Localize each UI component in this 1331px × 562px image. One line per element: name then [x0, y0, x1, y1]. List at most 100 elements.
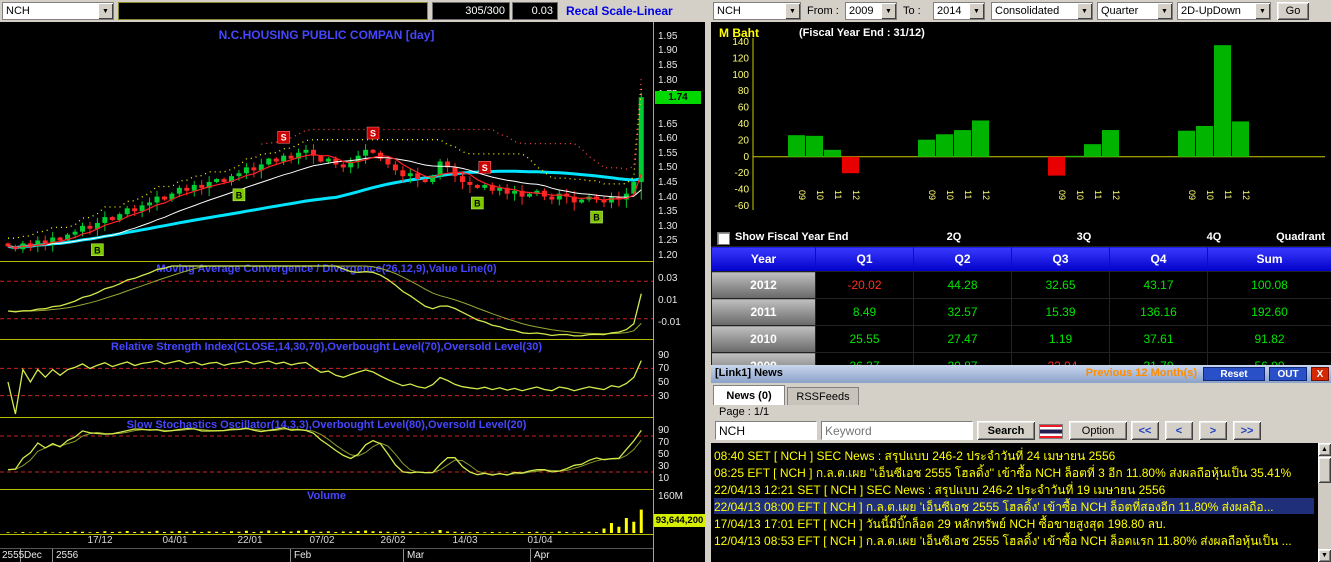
last-volume-tag: 93,644,200: [654, 514, 705, 527]
fin-symbol-combo[interactable]: NCH ▼: [713, 2, 801, 20]
svg-text:12: 12: [981, 190, 991, 200]
timeline[interactable]: 2555 Dec 2556 Feb Mar Apr: [0, 548, 705, 562]
date-tick: 14/03: [452, 535, 478, 546]
timeline-label: Feb: [294, 550, 312, 561]
symbol-combo[interactable]: NCH ▼: [2, 2, 114, 20]
from-year-combo[interactable]: 2009 ▼: [845, 2, 897, 20]
price-axis-label: 1.20: [658, 250, 678, 262]
close-icon[interactable]: X: [1311, 367, 1329, 381]
value-cell: 32.65: [1011, 271, 1110, 299]
quarterly-table: Year Q1 Q2 Q3 Q4 Sum 2012 -20.02 44.28 32.65 43.17…: [711, 246, 1331, 380]
value-cell: 8.49: [815, 298, 914, 326]
svg-text:B: B: [236, 190, 243, 200]
right-toolbar: NCH ▼ From : 2009 ▼ To : 2014 ▼ Consolid…: [711, 0, 1331, 22]
tab-news[interactable]: News (0): [713, 385, 785, 405]
show-fiscal-checkbox[interactable]: [717, 232, 730, 245]
value-cell: 192.60: [1207, 298, 1331, 326]
news-scrollbar[interactable]: ▲ ▼: [1318, 443, 1331, 562]
last-page-button[interactable]: >>: [1233, 421, 1261, 440]
news-item[interactable]: 12/04/13 08:53 EFT [ NCH ] ก.ล.ต.เผย 'เอ…: [714, 532, 1314, 548]
svg-text:09: 09: [927, 190, 937, 200]
chevron-down-icon[interactable]: ▼: [785, 3, 800, 19]
first-page-button[interactable]: <<: [1131, 421, 1159, 440]
value-cell: -20.02: [815, 271, 914, 299]
to-label: To :: [903, 5, 921, 17]
option-button[interactable]: Option: [1069, 421, 1127, 440]
spread-value: 0.03: [512, 2, 558, 20]
svg-text:10: 10: [1075, 190, 1085, 200]
to-year-combo[interactable]: 2014 ▼: [933, 2, 985, 20]
svg-text:S: S: [482, 163, 488, 173]
news-tabs: News (0) RSSFeeds: [711, 383, 1331, 405]
value-cell: 27.47: [913, 325, 1012, 353]
rsi-axis-label: 70: [658, 363, 670, 375]
tab-rssfeeds[interactable]: RSSFeeds: [787, 387, 859, 405]
scroll-up-icon[interactable]: ▲: [1318, 443, 1331, 456]
quadrant-label: Quadrant: [1276, 231, 1325, 243]
news-item[interactable]: 17/04/13 17:01 EFT [ NCH ] วันนี้มีบิ๊กล…: [714, 515, 1314, 531]
svg-text:09: 09: [797, 190, 807, 200]
timeline-divider: [403, 549, 404, 562]
thai-flag-icon[interactable]: [1039, 424, 1063, 439]
to-year-value: 2014: [937, 5, 962, 17]
chevron-down-icon[interactable]: ▼: [1255, 3, 1270, 19]
stoch-axis-label: 50: [658, 449, 670, 460]
out-button[interactable]: OUT: [1269, 367, 1307, 381]
scroll-down-icon[interactable]: ▼: [1318, 549, 1331, 562]
from-year-value: 2009: [849, 5, 874, 17]
news-item[interactable]: 08:40 SET [ NCH ] SEC News : สรุปแบบ 246…: [714, 447, 1314, 463]
table-row[interactable]: 2012 -20.02 44.28 32.65 43.17 100.08: [711, 271, 1331, 299]
date-tick: 22/01: [237, 535, 263, 546]
price-chart[interactable]: S S S B B B B: [0, 22, 653, 262]
rsi-chart[interactable]: [0, 340, 653, 418]
value-cell: 43.17: [1109, 271, 1208, 299]
period-combo[interactable]: Quarter ▼: [1097, 2, 1173, 20]
keyword-input[interactable]: [821, 421, 973, 440]
macd-chart[interactable]: [0, 262, 653, 340]
chevron-down-icon[interactable]: ▼: [881, 3, 896, 19]
recal-scale-button[interactable]: Recal Scale-Linear: [566, 4, 673, 18]
bar-chart-canvas[interactable]: 140120100806040200-20-40-6009 10 11 12 09 10 1…: [711, 22, 1331, 230]
svg-text:40: 40: [738, 119, 750, 130]
svg-text:10: 10: [1205, 190, 1215, 200]
table-row[interactable]: 2011 8.49 32.57 15.39 136.16 192.60: [711, 298, 1331, 326]
year-cell: 2011: [711, 298, 816, 326]
date-tick: 26/02: [380, 535, 406, 546]
svg-text:S: S: [370, 129, 376, 139]
consolidated-combo[interactable]: Consolidated ▼: [991, 2, 1093, 20]
chevron-down-icon[interactable]: ▼: [1157, 3, 1172, 19]
chevron-down-icon[interactable]: ▼: [969, 3, 984, 19]
reset-button[interactable]: Reset: [1203, 367, 1265, 381]
financial-bar-chart[interactable]: 140 120 100 80 60 40 20 0 -20 -40 -60 09 10 11 12 09 10 1…: [711, 22, 1331, 230]
view-mode-combo[interactable]: 2D-UpDown ▼: [1177, 2, 1271, 20]
chevron-down-icon[interactable]: ▼: [98, 3, 113, 19]
search-button[interactable]: Search: [977, 421, 1035, 440]
view-mode-value: 2D-UpDown: [1181, 5, 1241, 17]
svg-text:11: 11: [963, 190, 973, 199]
price-axis-label: 1.95: [658, 30, 678, 42]
symbol-search-input[interactable]: [118, 2, 428, 20]
chevron-down-icon[interactable]: ▼: [1077, 3, 1092, 19]
value-cell: 100.08: [1207, 271, 1331, 299]
news-symbol-input[interactable]: [715, 421, 817, 440]
svg-text:09: 09: [1187, 190, 1197, 200]
scrollbar-thumb[interactable]: [1318, 457, 1331, 483]
table-row[interactable]: 2010 25.55 27.47 1.19 37.61 91.82: [711, 325, 1331, 353]
value-cell: 91.82: [1207, 325, 1331, 353]
table-header: Q2: [913, 246, 1012, 272]
date-tick: 07/02: [309, 535, 335, 546]
fiscal-options-row: Show Fiscal Year End 2Q 3Q 4Q Quadrant: [711, 230, 1331, 246]
price-axis-label: 1.45: [658, 176, 678, 188]
stoch-chart[interactable]: [0, 418, 653, 490]
prev-page-button[interactable]: <: [1165, 421, 1193, 440]
news-item[interactable]: 22/04/13 12:21 SET [ NCH ] SEC News : สร…: [714, 481, 1314, 497]
next-page-button[interactable]: >: [1199, 421, 1227, 440]
volume-chart[interactable]: [0, 490, 653, 535]
price-axis-label: 1.90: [658, 45, 678, 57]
news-item[interactable]: 22/04/13 08:00 EFT [ NCH ] ก.ล.ต.เผย 'เอ…: [714, 498, 1314, 514]
quarterly-results-table: Year Q1 Q2 Q3 Q4 Sum 2012 -20.02 44.28 32.65 43.17…: [711, 246, 1331, 380]
go-button[interactable]: Go: [1277, 2, 1309, 20]
unit-label: M Baht: [719, 26, 759, 40]
news-item[interactable]: 08:25 EFT [ NCH ] ก.ล.ต.เผย ''เอ็นซีเอช …: [714, 464, 1314, 480]
price-axis-label: 1.50: [658, 162, 678, 174]
